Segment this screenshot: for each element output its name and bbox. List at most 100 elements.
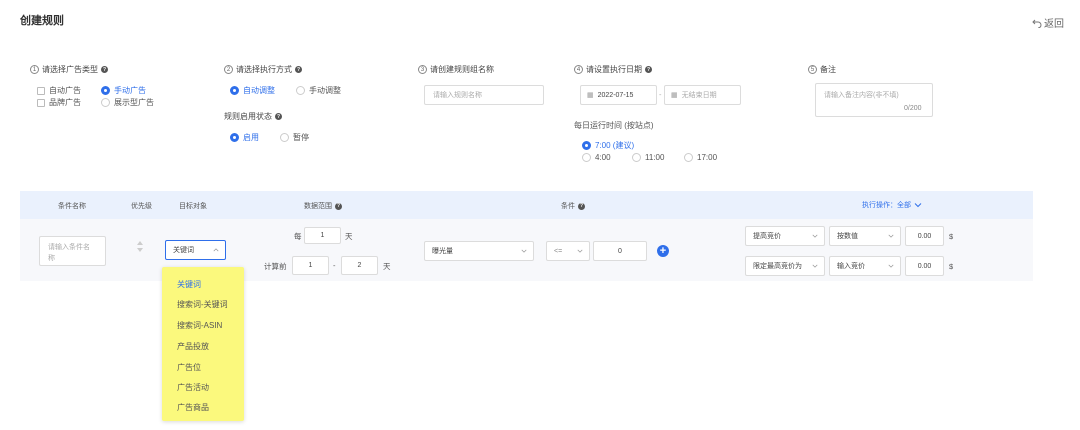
currency-symbol: $ <box>949 262 954 271</box>
dropdown-option-product-targeting[interactable]: 产品投放 <box>177 341 209 352</box>
end-date-placeholder: 无结束日期 <box>681 92 717 99</box>
chevron-down-icon <box>812 264 818 268</box>
end-date-picker[interactable]: ▦ 无结束日期 <box>664 85 741 105</box>
col-condition-label: 条件 <box>561 203 575 210</box>
help-icon[interactable]: ? <box>335 202 342 210</box>
radio[interactable] <box>632 153 641 162</box>
chevron-down-icon <box>888 234 894 238</box>
priority-sort[interactable] <box>137 241 143 252</box>
sort-up-icon[interactable] <box>137 241 143 245</box>
calc-from-input[interactable]: 1 <box>292 256 329 275</box>
action1-value-input[interactable]: 0.00 <box>905 226 944 246</box>
step4-label: 4 请设置执行日期 ? <box>574 64 652 75</box>
start-date-picker[interactable]: ▦ 2022-07-15 <box>580 85 657 105</box>
radio[interactable] <box>280 133 289 142</box>
option-label: 11:00 <box>645 153 665 162</box>
chevron-down-icon <box>914 203 922 208</box>
rule-name-input[interactable]: 请输入规则名称 <box>424 85 544 105</box>
action2-mode-select[interactable]: 输入竞价 <box>829 256 901 276</box>
action1-mode-value: 按数值 <box>837 233 858 240</box>
step2-title: 请选择执行方式 <box>236 65 292 74</box>
col-condition: 条件 ? <box>561 201 585 211</box>
condition-name-placeholder: 请输入条件名称 <box>48 244 90 262</box>
col-condition-name: 条件名称 <box>58 203 86 210</box>
step3-title: 请创建规则组名称 <box>430 65 494 74</box>
sort-down-icon[interactable] <box>137 248 143 252</box>
metric-value: 曝光量 <box>432 248 453 255</box>
target-dropdown-menu: 关键词 搜索词-关键词 搜索词-ASIN 产品投放 广告位 广告活动 广告商品 <box>162 267 244 421</box>
dropdown-option-ad-product[interactable]: 广告商品 <box>177 402 209 413</box>
step-number: 3 <box>418 65 427 74</box>
checkbox[interactable] <box>37 98 45 107</box>
help-icon[interactable]: ? <box>275 113 282 120</box>
col-action[interactable]: 执行操作：全部 <box>862 200 922 210</box>
option-label: 暂停 <box>293 133 309 142</box>
chevron-down-icon <box>888 264 894 268</box>
metric-select[interactable]: 曝光量 <box>424 241 534 261</box>
action1-select[interactable]: 提高竞价 <box>745 226 825 246</box>
ad-type-display[interactable]: 展示型广告 <box>101 97 154 108</box>
time-4[interactable]: 4:00 <box>582 153 611 162</box>
time-11[interactable]: 11:00 <box>632 153 664 162</box>
condition-name-input[interactable]: 请输入条件名称 <box>39 236 106 266</box>
step-number: 2 <box>224 65 233 74</box>
checkbox[interactable] <box>37 86 45 95</box>
help-icon[interactable]: ? <box>578 202 585 210</box>
add-condition-button[interactable]: + <box>657 245 669 257</box>
target-select[interactable]: 关键词 <box>165 240 226 260</box>
calc-to-input[interactable]: 2 <box>341 256 378 275</box>
dropdown-option-search-asin[interactable]: 搜索词-ASIN <box>177 320 222 331</box>
help-icon[interactable]: ? <box>295 66 302 73</box>
step5-title: 备注 <box>820 65 836 74</box>
option-label: 自动广告 <box>49 86 81 95</box>
calendar-icon: ▦ <box>587 92 594 99</box>
radio-selected[interactable] <box>582 141 591 150</box>
radio[interactable] <box>582 153 591 162</box>
radio[interactable] <box>296 86 305 95</box>
chevron-up-icon <box>213 248 219 252</box>
dropdown-option-campaign[interactable]: 广告活动 <box>177 382 209 393</box>
operator-value: <= <box>554 247 563 255</box>
option-label: 手动调整 <box>309 86 341 95</box>
time-17[interactable]: 17:00 <box>684 153 717 162</box>
col-target: 目标对象 <box>179 203 207 210</box>
chevron-down-icon <box>812 234 818 238</box>
step4-title: 请设置执行日期 <box>586 65 642 74</box>
radio[interactable] <box>101 98 110 107</box>
col-data-range: 数据范围 ? <box>304 201 342 211</box>
dropdown-option-keyword[interactable]: 关键词 <box>177 279 201 290</box>
dropdown-option-placement[interactable]: 广告位 <box>177 362 201 373</box>
status-paused[interactable]: 暂停 <box>280 132 309 143</box>
ad-type-auto[interactable]: 自动广告 <box>37 85 81 96</box>
radio-selected[interactable] <box>230 86 239 95</box>
exec-auto[interactable]: 自动调整 <box>230 85 275 96</box>
action2-mode-value: 输入竞价 <box>837 263 865 270</box>
action1-mode-select[interactable]: 按数值 <box>829 226 901 246</box>
option-label: 启用 <box>243 133 259 142</box>
step1-label: 1 请选择广告类型 ? <box>30 64 108 75</box>
help-icon[interactable]: ? <box>645 66 652 73</box>
help-icon[interactable]: ? <box>101 66 108 73</box>
radio-selected[interactable] <box>230 133 239 142</box>
chevron-down-icon <box>577 249 583 253</box>
exec-manual[interactable]: 手动调整 <box>296 85 341 96</box>
operator-select[interactable]: <= <box>546 241 590 261</box>
ad-type-manual[interactable]: 手动广告 <box>101 85 146 96</box>
dropdown-option-search-keyword[interactable]: 搜索词-关键词 <box>177 299 228 310</box>
step-number: 4 <box>574 65 583 74</box>
currency-symbol: $ <box>949 232 954 241</box>
char-counter: 0/200 <box>904 105 922 112</box>
step3-label: 3 请创建规则组名称 <box>418 64 494 75</box>
ad-type-brand[interactable]: 品牌广告 <box>37 97 81 108</box>
action2-value-input[interactable]: 0.00 <box>905 256 944 276</box>
condition-value-input[interactable]: 0 <box>593 241 647 261</box>
option-label: 品牌广告 <box>49 98 81 107</box>
status-enabled[interactable]: 启用 <box>230 132 259 143</box>
time-7[interactable]: 7:00 (建议) <box>582 140 634 151</box>
radio-selected[interactable] <box>101 86 110 95</box>
step-number: 5 <box>808 65 817 74</box>
back-link[interactable]: 返回 <box>1032 15 1064 30</box>
action2-select[interactable]: 限定最高竞价为 <box>745 256 825 276</box>
radio[interactable] <box>684 153 693 162</box>
every-input[interactable]: 1 <box>304 227 341 244</box>
